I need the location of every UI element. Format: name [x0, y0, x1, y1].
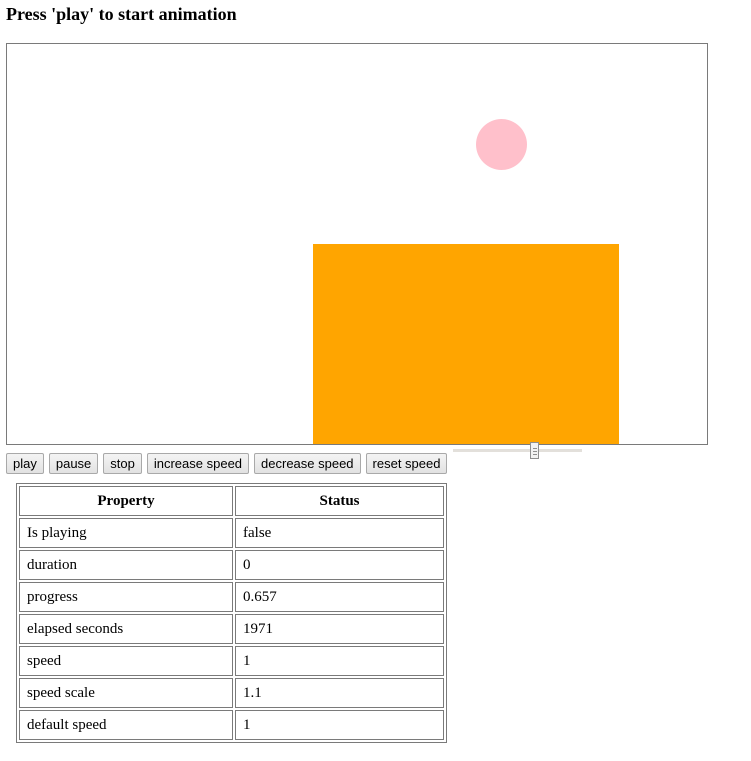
column-header-property: Property: [19, 486, 233, 516]
status-cell: 0.657: [235, 582, 444, 612]
property-cell: speed scale: [19, 678, 233, 708]
increase-speed-button[interactable]: increase speed: [146, 453, 250, 474]
status-cell: 1: [235, 646, 444, 676]
pink-ball: [476, 119, 527, 170]
table-row: Is playing false: [19, 518, 444, 548]
property-cell: default speed: [19, 710, 233, 740]
speed-slider-track[interactable]: [453, 448, 583, 452]
speed-slider-thumb[interactable]: [529, 441, 539, 459]
status-cell: false: [235, 518, 444, 548]
property-cell: elapsed seconds: [19, 614, 233, 644]
status-cell: 1: [235, 710, 444, 740]
speed-slider[interactable]: [453, 441, 583, 466]
table-row: speed 1: [19, 646, 444, 676]
table-row: speed scale 1.1: [19, 678, 444, 708]
column-header-status: Status: [235, 486, 444, 516]
play-button[interactable]: play: [6, 453, 44, 474]
table-row: elapsed seconds 1971: [19, 614, 444, 644]
status-cell: 0: [235, 550, 444, 580]
property-cell: duration: [19, 550, 233, 580]
table-row: duration 0: [19, 550, 444, 580]
property-cell: Is playing: [19, 518, 233, 548]
orange-box: [313, 244, 619, 444]
pause-button[interactable]: pause: [48, 453, 99, 474]
status-table: Property Status Is playing false duratio…: [16, 483, 447, 743]
reset-speed-button[interactable]: reset speed: [365, 453, 448, 474]
status-cell: 1971: [235, 614, 444, 644]
property-cell: speed: [19, 646, 233, 676]
table-header-row: Property Status: [19, 486, 444, 516]
decrease-speed-button[interactable]: decrease speed: [254, 453, 361, 474]
table-row: default speed 1: [19, 710, 444, 740]
animation-controls: play pause stop increase speed decrease …: [6, 441, 583, 474]
stop-button[interactable]: stop: [103, 453, 142, 474]
animation-stage: [6, 43, 708, 445]
table-row: progress 0.657: [19, 582, 444, 612]
page-title: Press 'play' to start animation: [6, 4, 237, 24]
status-cell: 1.1: [235, 678, 444, 708]
property-cell: progress: [19, 582, 233, 612]
